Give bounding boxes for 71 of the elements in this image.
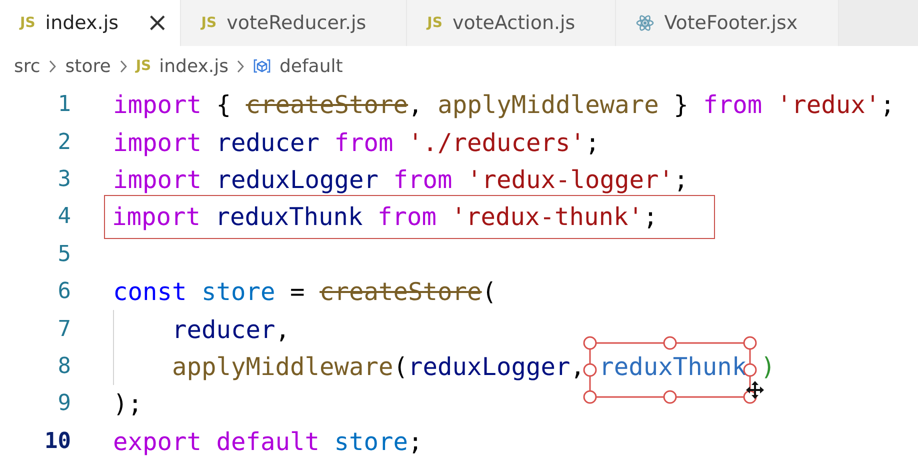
line-number: 10 [44,428,72,454]
code-token: 'redux-logger' [467,164,674,194]
chevron-icon [118,58,128,74]
text-box-text: reduxThunk [599,352,747,381]
code-punctuation: ; [585,128,600,157]
js-file-icon: JS [427,15,442,31]
code-token: 'redux-thunk' [451,202,644,232]
code-punctuation: , [570,352,586,381]
code-punctuation: ; [880,90,895,120]
js-file-icon: JS [20,15,36,31]
line-number: 2 [56,130,72,155]
code-token: from [334,128,394,157]
code-punctuation: , [275,314,290,344]
code-token: const [113,277,188,306]
code-token: createStore [320,277,482,306]
code-token: applyMiddleware [438,90,659,120]
code-token: reduxLogger [408,352,570,381]
code-punctuation: { [215,90,232,120]
atom-icon [636,14,654,32]
code-punctuation: = [289,277,306,306]
code-token: createStore [246,90,408,120]
code-token: export [113,426,203,456]
code-token: './reducers' [408,128,586,157]
breadcrumb-item[interactable]: store [65,56,111,76]
code-token: reduxLogger [216,164,380,194]
code-token: reducer [216,128,321,157]
chevron-icon [236,58,246,74]
code-punctuation: ); [113,389,143,418]
code-punctuation: ; [643,202,658,232]
code-token: default [216,426,321,456]
editor-tab[interactable]: VoteFooter.jsx [616,0,839,46]
code-punctuation: } [672,90,690,120]
line-number: 1 [56,92,72,118]
editor-tab[interactable]: JS index.js × [0,0,182,46]
code-token: reducer [172,314,276,344]
code-token: from [393,164,454,194]
code-token: import [113,90,202,120]
code-token: import [112,202,202,232]
line-number: 5 [56,242,72,267]
code-punctuation: ) [760,352,776,381]
chevron-icon [48,58,58,74]
code-punctuation: ( [482,277,497,306]
code-token: 'redux' [776,90,880,120]
code-punctuation: , [408,90,424,120]
move-cursor-icon [745,380,766,400]
code-punctuation: ; [674,164,688,194]
breadcrumb-item[interactable]: index.js [159,56,228,76]
code-punctuation: ; [408,426,423,456]
editor-tab[interactable]: JS voteAction.js [407,0,616,46]
code-token: applyMiddleware [172,352,394,381]
breadcrumb-item[interactable]: default [279,56,343,76]
line-number: 9 [56,391,72,416]
code-token: store [202,277,276,306]
code-token: import [113,164,203,194]
line-number: 8 [56,354,72,379]
line-number: 6 [56,279,72,304]
js-file-icon: JS [136,58,152,74]
breadcrumb-item[interactable]: src [14,56,40,76]
line-number: 3 [56,166,72,192]
line-number: 4 [56,204,72,230]
code-token: store [334,426,408,456]
editor-tab[interactable]: JS voteReducer.js [181,0,408,46]
symbol-icon [253,58,272,74]
code-punctuation: ( [393,352,408,381]
close-icon[interactable]: × [146,10,168,36]
js-file-icon: JS [201,15,217,31]
code-token: from [703,90,764,120]
code-token: import [113,128,203,157]
code-token: from [378,202,438,232]
code-token: reduxThunk [215,202,364,232]
line-number: 7 [56,316,72,342]
